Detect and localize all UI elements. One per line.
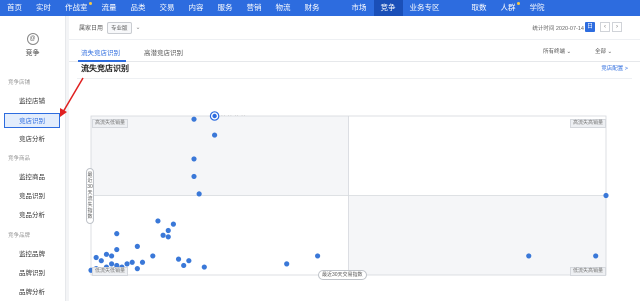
annotation-arrow [62, 77, 84, 113]
annotation-layer [60, 77, 84, 117]
annotation-arrowhead [60, 108, 67, 117]
